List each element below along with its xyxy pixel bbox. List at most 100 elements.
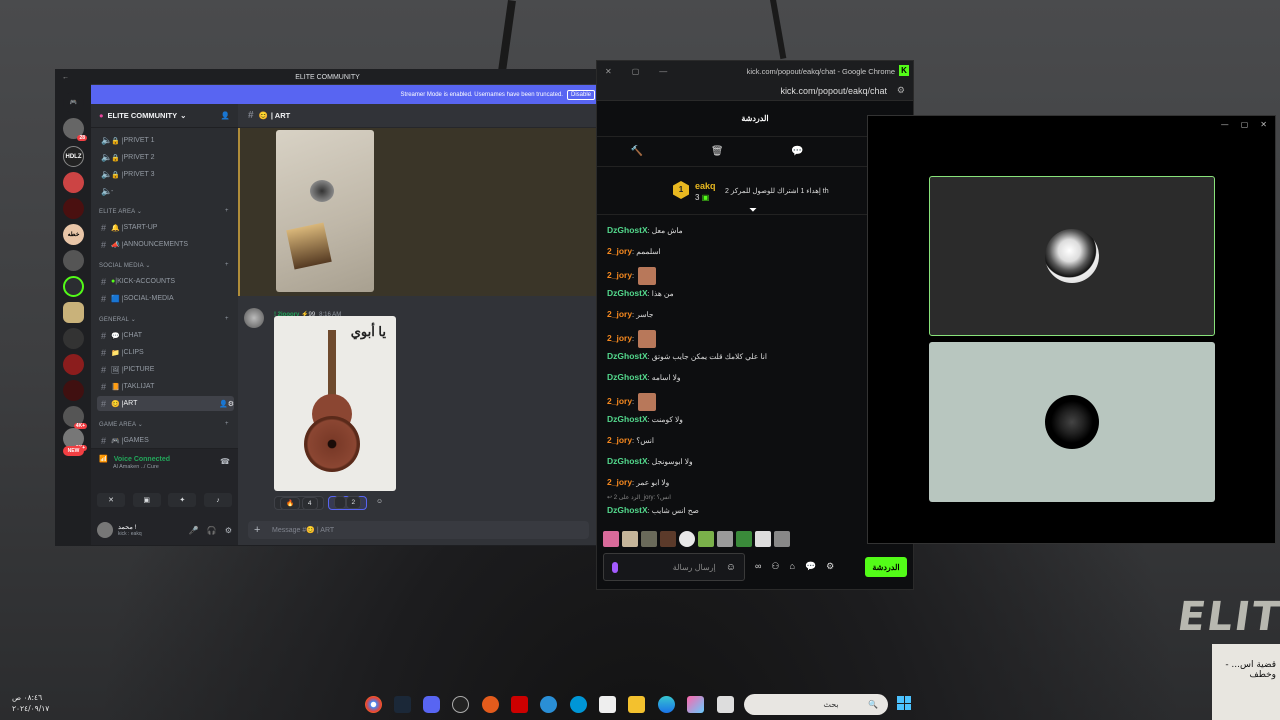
ban-hammer-icon[interactable]: 🔨	[631, 146, 643, 157]
text-channel[interactable]: # 🎮 | GAMES	[97, 433, 234, 448]
emoji-picker-icon[interactable]: ☺	[726, 562, 736, 573]
image-attachment[interactable]	[276, 130, 374, 292]
app-taskbar-icon[interactable]	[482, 696, 499, 713]
store-taskbar-icon[interactable]	[599, 696, 616, 713]
voice-channel[interactable]: 🔈 🔒 | PRIVET 3	[97, 167, 234, 182]
copilot-taskbar-icon[interactable]	[687, 696, 704, 713]
voice-channel[interactable]: 🔈 -	[97, 184, 234, 199]
edge-taskbar-icon[interactable]	[658, 696, 675, 713]
category-game[interactable]: GAME AREA ⌄ +	[99, 421, 229, 428]
text-channel[interactable]: # 📣 | ANNOUNCEMENTS	[97, 237, 234, 252]
store-icon[interactable]: ⌂	[790, 561, 795, 572]
chrome-taskbar-icon[interactable]	[365, 696, 382, 713]
emote[interactable]	[603, 531, 619, 547]
gear-icon[interactable]: ⚙	[826, 561, 834, 572]
mic-icon[interactable]: 🎤	[189, 526, 199, 535]
app-taskbar-icon[interactable]	[540, 696, 557, 713]
message-input[interactable]: + Message #😊 | ART	[248, 521, 589, 539]
minimize-icon[interactable]: —	[1221, 120, 1229, 129]
chat-username[interactable]: 2_jory	[607, 246, 632, 256]
server-icon[interactable]: خطه	[63, 224, 84, 245]
pinned-user[interactable]: eakq	[695, 181, 716, 191]
server-icon[interactable]	[63, 172, 84, 193]
category-social[interactable]: SOCIAL MEDIA ⌄ +	[99, 262, 229, 269]
chat-username[interactable]: DzGhostX	[607, 456, 648, 466]
chat-bubble-icon[interactable]: 💬	[805, 561, 816, 572]
disconnect-icon[interactable]: ☎	[220, 457, 230, 466]
gear-icon[interactable]: ⚙	[225, 526, 232, 535]
add-member-icon[interactable]: 👤	[221, 111, 230, 120]
text-channel-active[interactable]: # 😊 | ART 👤⚙	[97, 396, 234, 411]
clock-app-taskbar-icon[interactable]	[452, 696, 469, 713]
infinity-icon[interactable]: ∞	[755, 561, 761, 572]
chat-bubble-icon[interactable]: 💬	[791, 146, 803, 157]
chat-username[interactable]: DzGhostX	[607, 225, 648, 235]
server-icon[interactable]	[63, 380, 84, 401]
text-channel[interactable]: # 🟦 | SOCIAL-MEDIA	[97, 291, 234, 306]
server-icon[interactable]: 4K+	[63, 406, 87, 429]
disable-streamer-button[interactable]: Disable	[566, 89, 595, 100]
maximize-icon[interactable]: ▢	[1241, 120, 1249, 129]
emote[interactable]	[736, 531, 752, 547]
server-icon[interactable]	[63, 354, 84, 375]
activities-button[interactable]: ✦	[168, 493, 197, 507]
maximize-icon[interactable]: ▢	[632, 67, 640, 76]
camera-off-button[interactable]: ✕	[97, 493, 125, 507]
mcafee-taskbar-icon[interactable]	[511, 696, 528, 713]
emote[interactable]	[641, 531, 657, 547]
category-general[interactable]: GENERAL ⌄ +	[99, 316, 229, 323]
minimize-icon[interactable]: —	[659, 67, 667, 76]
elite-server-icon[interactable]	[63, 302, 84, 323]
text-channel[interactable]: # 📙 | TAKLIJAT	[97, 379, 234, 394]
trash-icon[interactable]: 🗑	[711, 146, 724, 157]
category-elite[interactable]: ELITE AREA ⌄ +	[99, 208, 229, 215]
text-channel[interactable]: # 💬 | CHAT	[97, 328, 234, 343]
server-icon[interactable]	[63, 276, 84, 297]
text-channel[interactable]: # 🔔 | START-UP	[97, 220, 234, 235]
send-chat-button[interactable]: الدردشة	[865, 557, 907, 577]
soundboard-button[interactable]: ♪	[203, 493, 232, 507]
chat-username[interactable]: DzGhostX	[607, 414, 648, 424]
chat-username[interactable]: DzGhostX	[607, 505, 648, 515]
hp-taskbar-icon[interactable]	[570, 696, 587, 713]
add-reaction-icon[interactable]: ☺	[371, 496, 388, 510]
emote[interactable]	[679, 531, 695, 547]
emote[interactable]	[717, 531, 733, 547]
chat-username[interactable]: 2_jory	[607, 435, 632, 445]
server-header[interactable]: ● ELITE COMMUNITY ⌄ 👤	[91, 104, 238, 128]
news-notification[interactable]: قضية اس... - وخطف	[1212, 644, 1280, 720]
close-icon[interactable]: ✕	[605, 67, 612, 76]
steam-taskbar-icon[interactable]	[394, 696, 411, 713]
back-arrow-icon[interactable]: ←	[62, 74, 69, 81]
server-icon[interactable]: 28	[63, 118, 87, 141]
server-icon[interactable]	[63, 198, 84, 219]
chat-username[interactable]: DzGhostX	[607, 372, 648, 382]
discord-home-icon[interactable]: 🎮	[63, 92, 84, 113]
chat-username[interactable]: 2_jory	[607, 396, 632, 406]
reaction-fire[interactable]: 🔥 4	[274, 496, 324, 510]
users-icon[interactable]: ⚇	[771, 561, 779, 572]
chat-username[interactable]: DzGhostX	[607, 288, 648, 298]
reaction[interactable]: 2	[327, 496, 368, 510]
voice-channel[interactable]: 🔈 🔒 | PRIVET 2	[97, 150, 234, 165]
text-channel[interactable]: # ● | KICK-ACCOUNTS	[97, 274, 234, 289]
attach-plus-icon[interactable]: +	[254, 524, 260, 536]
collapse-icon[interactable]: ⏷	[749, 205, 757, 216]
chat-username[interactable]: 2_jory	[607, 270, 632, 280]
server-icon[interactable]: HDLZ	[63, 146, 84, 167]
emote[interactable]	[660, 531, 676, 547]
participant-tile-speaking[interactable]	[929, 176, 1215, 336]
chat-username[interactable]: 2_jory	[607, 333, 632, 343]
emote[interactable]	[774, 531, 790, 547]
server-icon[interactable]	[63, 250, 84, 271]
emote[interactable]	[698, 531, 714, 547]
close-icon[interactable]: ✕	[1260, 120, 1267, 129]
address-bar[interactable]: kick.com/popout/eakq/chat ⚙	[597, 81, 913, 101]
windows-start-icon[interactable]	[897, 696, 911, 710]
system-clock[interactable]: ٠٨:٤٦ ص ٢٠٢٤/٠٩/١٧	[12, 692, 49, 714]
text-channel[interactable]: # 🖼 | PICTURE	[97, 362, 234, 377]
chat-username[interactable]: 2_jory	[607, 477, 632, 487]
file-explorer-taskbar-icon[interactable]	[628, 696, 645, 713]
avatar[interactable]	[97, 522, 113, 538]
emote[interactable]	[622, 531, 638, 547]
